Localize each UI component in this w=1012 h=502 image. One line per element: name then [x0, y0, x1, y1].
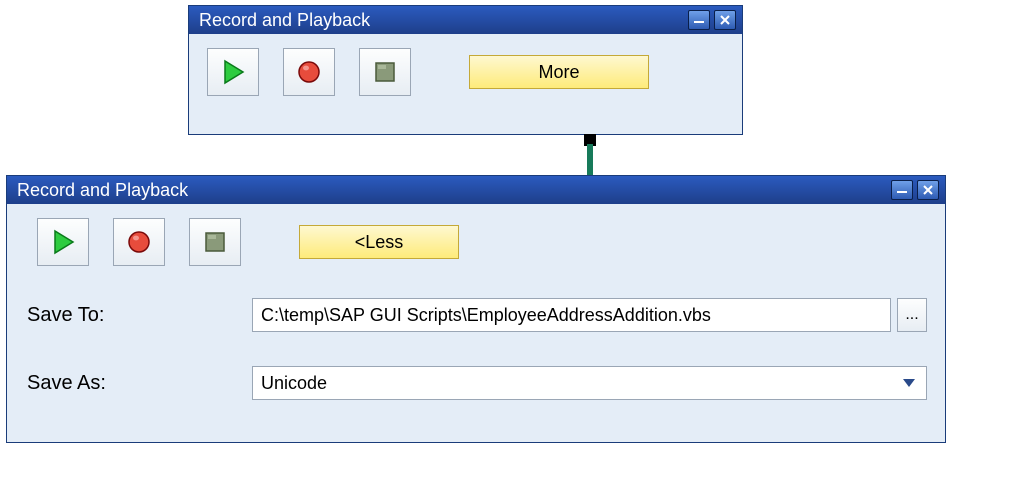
save-as-label: Save As:: [27, 372, 252, 395]
stop-button[interactable]: [359, 48, 411, 96]
save-as-value: Unicode: [261, 373, 327, 394]
more-button-label: More: [538, 62, 579, 83]
toolbar: More: [189, 34, 742, 112]
stop-icon: [373, 60, 397, 84]
close-button[interactable]: [917, 180, 939, 200]
window-title: Record and Playback: [199, 10, 684, 31]
record-button[interactable]: [113, 218, 165, 266]
play-button[interactable]: [37, 218, 89, 266]
play-icon: [221, 59, 245, 85]
play-icon: [51, 229, 75, 255]
window-title: Record and Playback: [17, 180, 887, 201]
close-icon: [922, 184, 934, 196]
save-as-select[interactable]: Unicode: [252, 366, 927, 400]
record-playback-dialog-collapsed: Record and Playback: [188, 5, 743, 135]
more-button[interactable]: More: [469, 55, 649, 89]
minimize-button[interactable]: [891, 180, 913, 200]
record-icon: [296, 59, 322, 85]
save-to-input[interactable]: [252, 298, 891, 332]
save-to-label: Save To:: [27, 304, 252, 327]
stop-button[interactable]: [189, 218, 241, 266]
less-button[interactable]: <Less: [299, 225, 459, 259]
close-icon: [719, 14, 731, 26]
record-playback-dialog-expanded: Record and Playback: [6, 175, 946, 443]
toolbar: <Less: [7, 204, 945, 282]
close-button[interactable]: [714, 10, 736, 30]
less-button-label: <Less: [355, 232, 404, 253]
titlebar: Record and Playback: [189, 6, 742, 34]
stop-icon: [203, 230, 227, 254]
chevron-down-icon: [902, 378, 916, 388]
save-as-row: Save As: Unicode: [7, 360, 945, 406]
play-button[interactable]: [207, 48, 259, 96]
minimize-icon: [896, 185, 908, 195]
minimize-icon: [693, 15, 705, 25]
minimize-button[interactable]: [688, 10, 710, 30]
record-button[interactable]: [283, 48, 335, 96]
titlebar: Record and Playback: [7, 176, 945, 204]
record-icon: [126, 229, 152, 255]
browse-button[interactable]: ...: [897, 298, 927, 332]
save-to-row: Save To: ...: [7, 292, 945, 338]
